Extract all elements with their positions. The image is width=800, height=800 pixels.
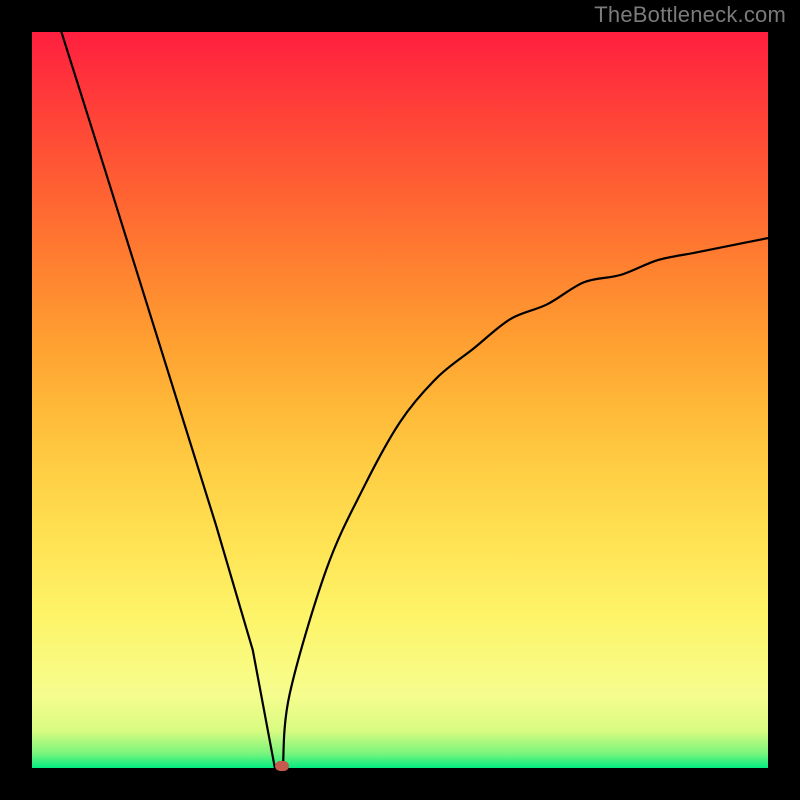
chart-frame: TheBottleneck.com [0, 0, 800, 800]
watermark-text: TheBottleneck.com [594, 2, 786, 28]
minimum-marker [275, 761, 289, 771]
plot-gradient-background [32, 32, 768, 768]
